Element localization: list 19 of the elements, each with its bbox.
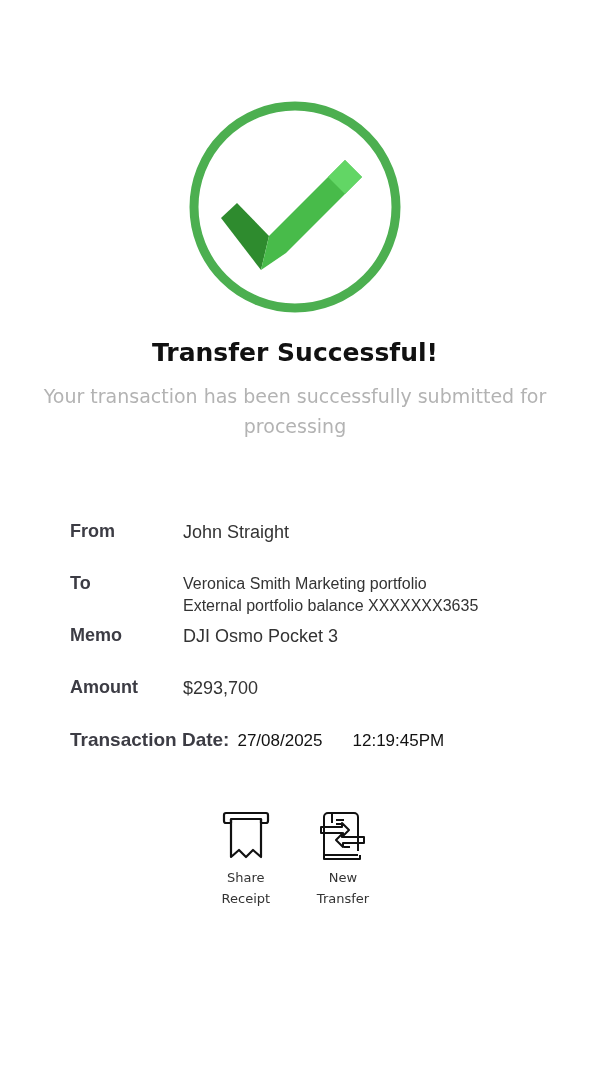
detail-value: John Straight	[183, 521, 290, 543]
success-message: Your transaction has been successfully submitted for processing	[42, 384, 548, 439]
action-button[interactable]: New Transfer	[316, 811, 370, 909]
detail-label: From	[70, 521, 116, 542]
transaction-time: 12:19:45PM	[352, 731, 445, 751]
detail-label: Amount	[70, 677, 139, 698]
detail-label: Memo	[70, 625, 123, 646]
detail-label: Transaction Date:	[70, 729, 230, 751]
transfer-document-icon	[318, 811, 368, 861]
success-check-icon	[188, 100, 402, 314]
detail-value: $293,700	[183, 677, 259, 699]
detail-value: External portfolio balance XXXXXXX3635	[183, 596, 479, 616]
detail-value: Veronica Smith Marketing portfolio	[183, 574, 428, 594]
transaction-date: 27/08/2025	[237, 731, 323, 751]
detail-label: To	[70, 573, 92, 594]
success-title: Transfer Successful!	[152, 338, 438, 367]
detail-value: DJI Osmo Pocket 3	[183, 625, 339, 647]
action-button[interactable]: Share Receipt	[220, 811, 271, 909]
receipt-icon	[220, 811, 271, 861]
